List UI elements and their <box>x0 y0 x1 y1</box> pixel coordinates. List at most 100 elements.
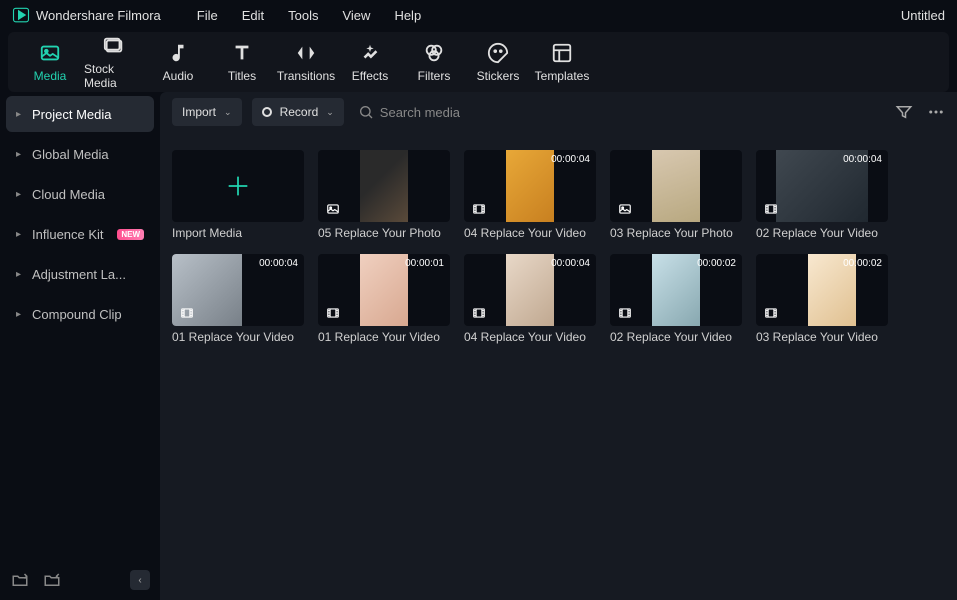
media-thumb[interactable] <box>318 150 450 222</box>
titles-icon <box>230 41 254 65</box>
sidebar-item-cloud-media[interactable]: ▸ Cloud Media <box>6 176 154 212</box>
media-item[interactable]: 00:00:0404 Replace Your Video <box>464 150 596 240</box>
chevron-right-icon: ▸ <box>16 229 24 240</box>
sidebar: ▸ Project Media ▸ Global Media ▸ Cloud M… <box>0 92 160 600</box>
media-item[interactable]: 00:00:0402 Replace Your Video <box>756 150 888 240</box>
media-caption: Import Media <box>172 226 304 240</box>
media-thumb[interactable]: 00:00:01 <box>318 254 450 326</box>
content-header: Import ⌄ Record ⌄ <box>160 92 957 132</box>
media-caption: 03 Replace Your Video <box>756 330 888 344</box>
thumbnail-image <box>360 254 408 326</box>
media-caption: 04 Replace Your Video <box>464 330 596 344</box>
menu-view[interactable]: View <box>342 8 370 23</box>
sidebar-bottom: ‹ <box>6 564 154 596</box>
search-box <box>358 104 540 120</box>
tool-audio[interactable]: Audio <box>148 34 208 90</box>
media-thumb[interactable]: 00:00:02 <box>756 254 888 326</box>
stickers-icon <box>486 41 510 65</box>
effects-icon <box>358 41 382 65</box>
media-item[interactable]: 05 Replace Your Photo <box>318 150 450 240</box>
video-type-icon <box>762 306 780 320</box>
media-thumb[interactable] <box>610 150 742 222</box>
tool-titles[interactable]: Titles <box>212 34 272 90</box>
sidebar-item-label: Global Media <box>32 147 109 162</box>
filter-icon[interactable] <box>895 103 913 121</box>
record-icon <box>262 107 272 117</box>
tool-effects[interactable]: Effects <box>340 34 400 90</box>
tool-transitions[interactable]: Transitions <box>276 34 336 90</box>
video-type-icon <box>178 306 196 320</box>
templates-icon <box>550 41 574 65</box>
audio-icon <box>166 41 190 65</box>
media-duration: 00:00:02 <box>843 258 882 269</box>
main-area: ▸ Project Media ▸ Global Media ▸ Cloud M… <box>0 92 957 600</box>
tool-titles-label: Titles <box>228 69 256 83</box>
record-dropdown[interactable]: Record ⌄ <box>252 98 344 126</box>
menu-edit[interactable]: Edit <box>242 8 264 23</box>
media-item[interactable]: 00:00:0101 Replace Your Video <box>318 254 450 344</box>
folder-in-icon[interactable] <box>42 570 62 590</box>
tool-templates[interactable]: Templates <box>532 34 592 90</box>
video-type-icon <box>762 202 780 216</box>
media-item[interactable]: 03 Replace Your Photo <box>610 150 742 240</box>
tool-audio-label: Audio <box>163 69 194 83</box>
sidebar-item-label: Project Media <box>32 107 111 122</box>
media-item[interactable]: 00:00:04 04 Replace Your Video <box>464 254 596 344</box>
search-icon <box>358 104 374 120</box>
sidebar-item-compound-clip[interactable]: ▸ Compound Clip <box>6 296 154 332</box>
sidebar-item-influence-kit[interactable]: ▸ Influence Kit NEW <box>6 216 154 252</box>
chevron-right-icon: ▸ <box>16 269 24 280</box>
titlebar: Wondershare Filmora File Edit Tools View… <box>0 0 957 30</box>
transitions-icon <box>294 41 318 65</box>
content-header-right <box>895 103 945 121</box>
video-type-icon <box>324 306 342 320</box>
photo-type-icon <box>616 202 634 216</box>
import-media-tile[interactable]: Import Media <box>172 150 304 240</box>
chevron-down-icon: ⌄ <box>224 107 232 118</box>
menu-file[interactable]: File <box>197 8 218 23</box>
chevron-right-icon: ▸ <box>16 189 24 200</box>
media-thumb[interactable]: 00:00:04 <box>172 254 304 326</box>
media-thumb[interactable]: 00:00:02 <box>610 254 742 326</box>
tool-stickers-label: Stickers <box>477 69 520 83</box>
tool-filters[interactable]: Filters <box>404 34 464 90</box>
folder-out-icon[interactable] <box>10 570 30 590</box>
sidebar-item-global-media[interactable]: ▸ Global Media <box>6 136 154 172</box>
media-duration: 00:00:04 <box>551 258 590 269</box>
thumbnail-image <box>506 254 554 326</box>
search-input[interactable] <box>380 105 540 120</box>
app-logo-icon <box>12 6 30 24</box>
media-icon <box>38 41 62 65</box>
sidebar-item-label: Adjustment La... <box>32 267 126 282</box>
collapse-sidebar-button[interactable]: ‹ <box>130 570 150 590</box>
media-thumb[interactable]: 00:00:04 <box>464 150 596 222</box>
media-duration: 00:00:01 <box>405 258 444 269</box>
sidebar-item-adjustment-layer[interactable]: ▸ Adjustment La... <box>6 256 154 292</box>
tool-stickers[interactable]: Stickers <box>468 34 528 90</box>
menu-tools[interactable]: Tools <box>288 8 318 23</box>
media-caption: 03 Replace Your Photo <box>610 226 742 240</box>
thumbnail-image <box>652 254 700 326</box>
media-item[interactable]: 00:00:04 01 Replace Your Video <box>172 254 304 344</box>
more-icon[interactable] <box>927 103 945 121</box>
new-badge: NEW <box>117 229 144 240</box>
main-menu: File Edit Tools View Help <box>197 8 421 23</box>
tool-media[interactable]: Media <box>20 34 80 90</box>
media-item[interactable]: 00:00:02 03 Replace Your Video <box>756 254 888 344</box>
media-thumb[interactable]: 00:00:04 <box>756 150 888 222</box>
media-thumb[interactable]: 00:00:04 <box>464 254 596 326</box>
menu-help[interactable]: Help <box>394 8 421 23</box>
tool-stock-media[interactable]: Stock Media <box>84 34 144 90</box>
record-label: Record <box>280 105 319 119</box>
import-dropdown[interactable]: Import ⌄ <box>172 98 242 126</box>
thumbnail-image <box>360 150 408 222</box>
tool-media-label: Media <box>34 69 67 83</box>
sidebar-item-project-media[interactable]: ▸ Project Media <box>6 96 154 132</box>
media-duration: 00:00:04 <box>843 154 882 165</box>
media-item[interactable]: 00:00:0202 Replace Your Video <box>610 254 742 344</box>
media-caption: 01 Replace Your Video <box>172 330 304 344</box>
tool-effects-label: Effects <box>352 69 388 83</box>
import-thumb[interactable] <box>172 150 304 222</box>
video-type-icon <box>616 306 634 320</box>
media-caption: 05 Replace Your Photo <box>318 226 450 240</box>
